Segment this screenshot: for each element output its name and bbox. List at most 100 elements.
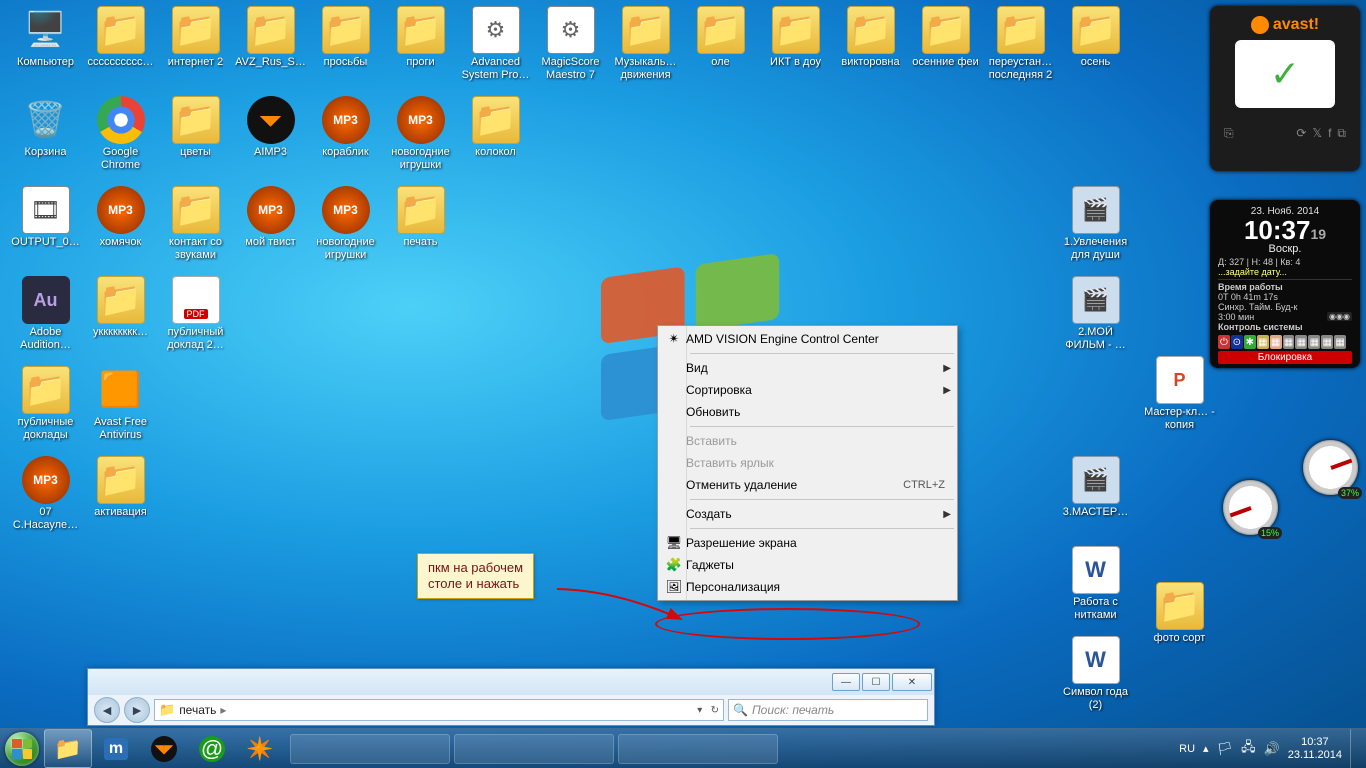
- pinned-mailru[interactable]: @: [188, 729, 236, 768]
- rss-icon[interactable]: ⧉: [1337, 126, 1346, 141]
- explorer-window[interactable]: — ☐ ✕ ◄ ► 📁 печать ▸ ▾ ↻ 🔍 Поиск: печать: [87, 668, 935, 726]
- chrome-icon: [97, 96, 145, 144]
- desktop-icon[interactable]: Advanced System Pro…: [458, 6, 533, 82]
- menu-item[interactable]: Отменить удалениеCTRL+Z: [660, 474, 955, 496]
- menu-item[interactable]: Сортировка▶: [660, 379, 955, 401]
- pinned-maxthon[interactable]: m: [92, 729, 140, 768]
- menu-item[interactable]: 🖥Разрешение экрана: [660, 532, 955, 554]
- clock-gadget[interactable]: 23. Нояб. 2014 10:3719 Воскр. Д: 327 | Н…: [1210, 200, 1360, 368]
- popout-icon[interactable]: ⎘: [1224, 126, 1234, 141]
- explorer-search[interactable]: 🔍 Поиск: печать: [728, 699, 928, 721]
- facebook-icon[interactable]: f: [1328, 126, 1331, 141]
- desktop-icon[interactable]: новогодние игрушки: [308, 186, 383, 262]
- desktop-icon[interactable]: Работа с нитками: [1058, 546, 1133, 622]
- volume-icon[interactable]: 🔊: [1264, 741, 1280, 757]
- desktop-icon-label: OUTPUT_0…: [11, 236, 79, 249]
- menu-item[interactable]: 🖼Персонализация: [660, 576, 955, 598]
- task-item[interactable]: [290, 734, 450, 764]
- pinned-aimp[interactable]: ◥◤: [140, 729, 188, 768]
- desktop-icon[interactable]: Компьютер: [8, 6, 83, 69]
- desktop-icon[interactable]: викторовна: [833, 6, 908, 69]
- pinned-explorer[interactable]: 📁: [44, 729, 92, 768]
- desktop-icon[interactable]: Музыкаль… движения: [608, 6, 683, 82]
- desktop-icon[interactable]: цветы: [158, 96, 233, 159]
- menu-item: Вставить: [660, 430, 955, 452]
- desktop-icon[interactable]: оле: [683, 6, 758, 69]
- action-center-icon[interactable]: 🏳: [1217, 741, 1234, 757]
- menu-item[interactable]: Вид▶: [660, 357, 955, 379]
- cpu-meter-gadget[interactable]: 37%: [1303, 440, 1358, 495]
- desktop-icon[interactable]: фото сорт: [1142, 582, 1217, 645]
- au-icon: [22, 276, 70, 324]
- desktop-icon[interactable]: AIMP3: [233, 96, 308, 159]
- desktop-icon[interactable]: кораблик: [308, 96, 383, 159]
- address-bar[interactable]: 📁 печать ▸ ▾ ↻: [154, 699, 724, 721]
- aimp-icon: [247, 96, 295, 144]
- desktop-icon-label: активация: [94, 506, 146, 519]
- desktop-icon-label: Компьютер: [17, 56, 74, 69]
- taskbar-clock[interactable]: 10:37 23.11.2014: [1288, 736, 1342, 762]
- desktop-icon[interactable]: Корзина: [8, 96, 83, 159]
- desktop-icon[interactable]: Мастер-кл… - копия: [1142, 356, 1217, 432]
- menu-item[interactable]: 🧩Гаджеты: [660, 554, 955, 576]
- desktop-icon[interactable]: OUTPUT_0…: [8, 186, 83, 249]
- desktop-icon[interactable]: публичный доклад 2…: [158, 276, 233, 352]
- desktop-icon[interactable]: колокол: [458, 96, 533, 159]
- desktop-icon[interactable]: проги: [383, 6, 458, 69]
- tray-overflow-icon[interactable]: ▴: [1203, 742, 1209, 755]
- desktop-icon[interactable]: Символ года (2): [1058, 636, 1133, 712]
- desktop-icon[interactable]: печать: [383, 186, 458, 249]
- desktop-icon[interactable]: 3.МАСТЕР…: [1058, 456, 1133, 519]
- desktop-icon[interactable]: ИКТ в доу: [758, 6, 833, 69]
- nav-forward-button[interactable]: ►: [124, 697, 150, 723]
- desktop-icon-label: Avast Free Antivirus: [84, 416, 158, 442]
- ram-meter-gadget[interactable]: 15%: [1223, 480, 1278, 535]
- menu-item[interactable]: Обновить: [660, 401, 955, 423]
- desktop-icon[interactable]: AVZ_Rus_S…: [233, 6, 308, 69]
- desktop-icon[interactable]: новогодние игрушки: [383, 96, 458, 172]
- network-icon[interactable]: 🖧: [1241, 738, 1256, 760]
- desktop-icon[interactable]: переустан… последняя 2: [983, 6, 1058, 82]
- folder-icon: [97, 276, 145, 324]
- explorer-titlebar[interactable]: — ☐ ✕: [88, 669, 934, 695]
- maximize-button[interactable]: ☐: [862, 673, 890, 691]
- menu-item[interactable]: ✴AMD VISION Engine Control Center: [660, 328, 955, 350]
- desktop-icon[interactable]: осень: [1058, 6, 1133, 69]
- desktop-icon[interactable]: активация: [83, 456, 158, 519]
- folder-icon: [172, 6, 220, 54]
- show-desktop-button[interactable]: [1350, 729, 1360, 768]
- twitter-icon[interactable]: 𝕏: [1312, 126, 1322, 141]
- desktop-icon[interactable]: хомячок: [83, 186, 158, 249]
- desktop-icon[interactable]: контакт со звуками: [158, 186, 233, 262]
- desktop-icon-label: новогодние игрушки: [309, 236, 383, 262]
- taskbar[interactable]: 📁 m ◥◤ @ ✴️ RU ▴ 🏳 🖧 🔊 10:37 23.11.2014: [0, 728, 1366, 768]
- desktop-icon[interactable]: Avast Free Antivirus: [83, 366, 158, 442]
- desktop-icon[interactable]: мой твист: [233, 186, 308, 249]
- menu-item[interactable]: Создать▶: [660, 503, 955, 525]
- desktop-icon[interactable]: 2.МОЙ ФИЛЬМ - …: [1058, 276, 1133, 352]
- refresh-icon[interactable]: ⟳: [1296, 126, 1306, 141]
- close-button[interactable]: ✕: [892, 673, 932, 691]
- folder-icon: [922, 6, 970, 54]
- desktop-icon[interactable]: сссссссссс…: [83, 6, 158, 69]
- pinned-amd[interactable]: ✴️: [236, 729, 284, 768]
- system-tray[interactable]: RU ▴ 🏳 🖧 🔊 10:37 23.11.2014: [1179, 729, 1366, 768]
- desktop-icon[interactable]: интернет 2: [158, 6, 233, 69]
- nav-back-button[interactable]: ◄: [94, 697, 120, 723]
- desktop-icon[interactable]: 1.Увлечения для души: [1058, 186, 1133, 262]
- language-indicator[interactable]: RU: [1179, 743, 1195, 755]
- desktop-icon[interactable]: укккккккк…: [83, 276, 158, 339]
- desktop-icon[interactable]: просьбы: [308, 6, 383, 69]
- minimize-button[interactable]: —: [832, 673, 860, 691]
- start-button[interactable]: [0, 729, 44, 768]
- desktop-icon[interactable]: публичные доклады: [8, 366, 83, 442]
- task-item[interactable]: [618, 734, 778, 764]
- desktop-icon[interactable]: осенние феи: [908, 6, 983, 69]
- avast-gadget[interactable]: avast! ✓ ⎘ ⟳ 𝕏 f ⧉: [1210, 6, 1360, 171]
- desktop-icon[interactable]: Adobe Audition…: [8, 276, 83, 352]
- task-item[interactable]: [454, 734, 614, 764]
- desktop-icon[interactable]: MagicScore Maestro 7: [533, 6, 608, 82]
- desktop-icon[interactable]: Google Chrome: [83, 96, 158, 172]
- desktop-icon[interactable]: 07 С.Насауле…: [8, 456, 83, 532]
- desktop-icon-label: осенние феи: [912, 56, 979, 69]
